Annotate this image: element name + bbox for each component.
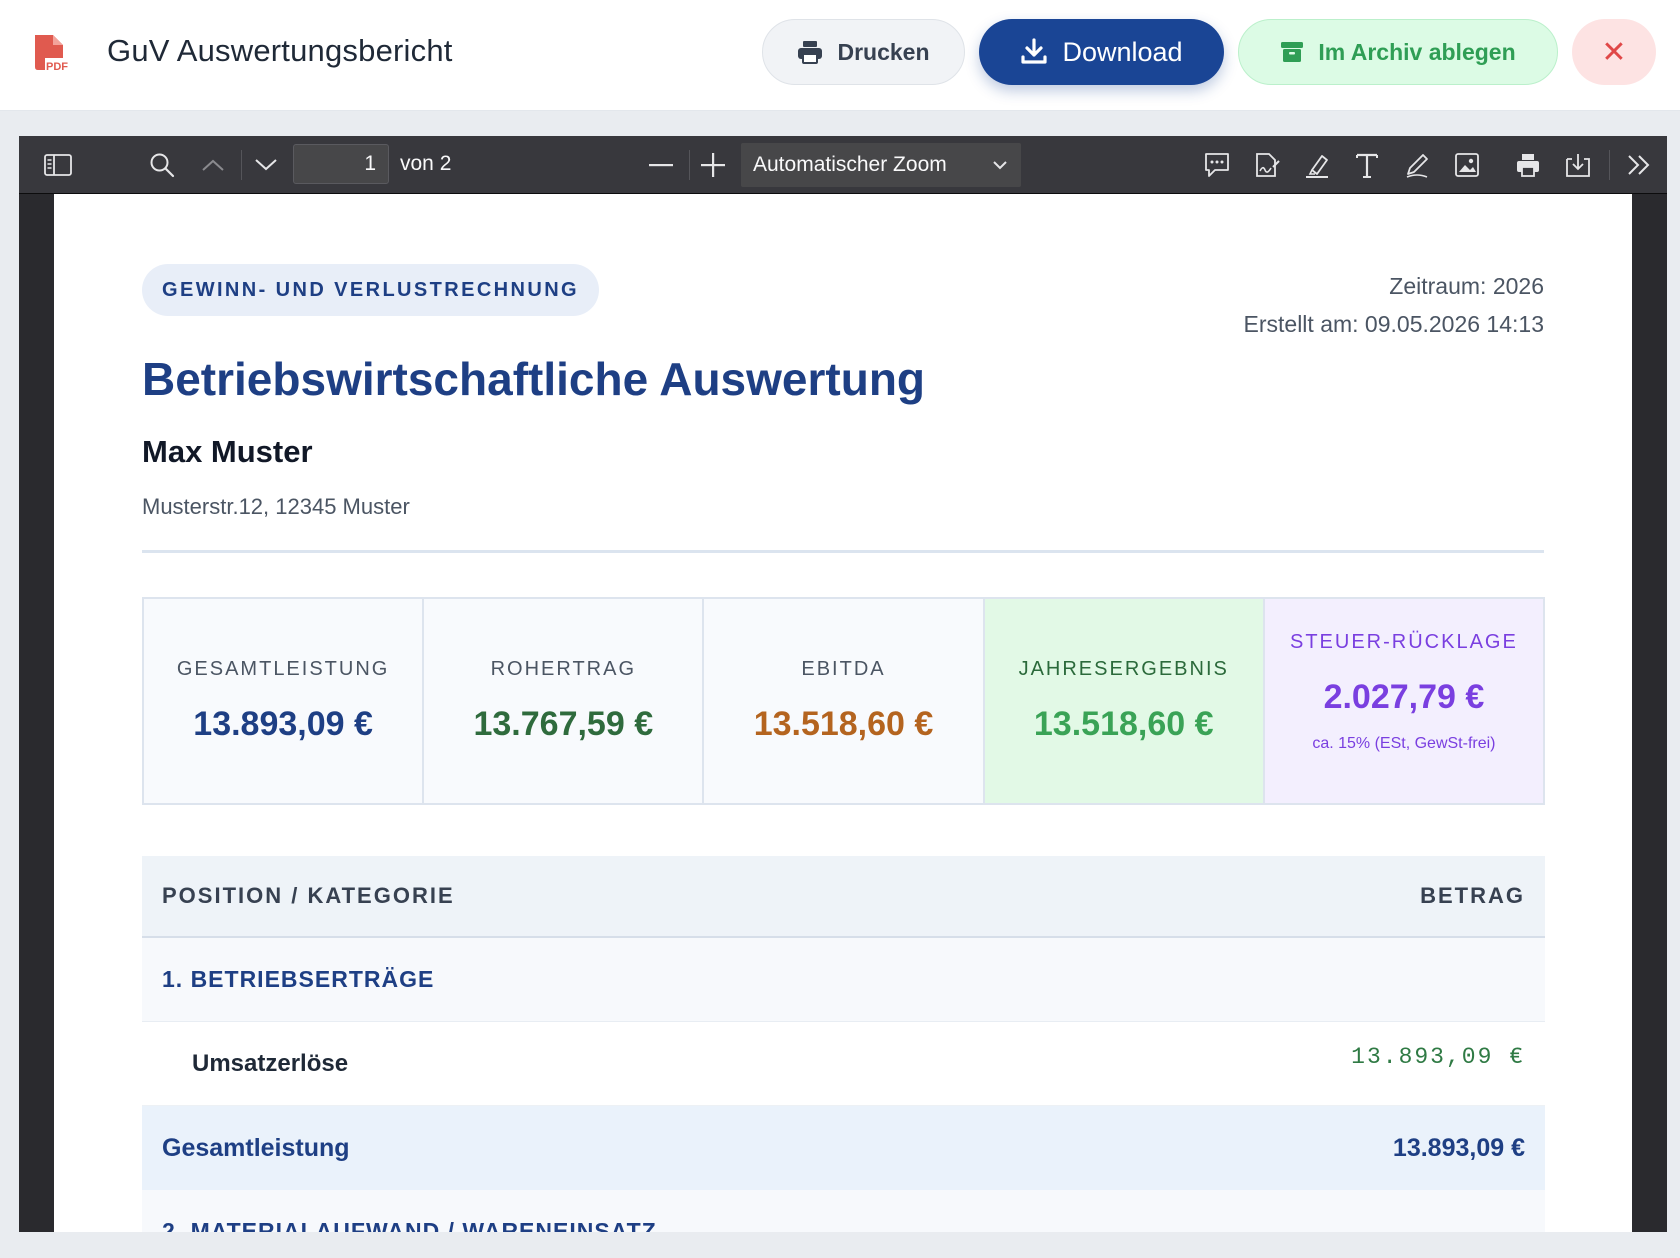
kpi-value: 13.767,59 € [473, 705, 654, 743]
pdf-toolbar: 1 von 2 Automatischer Zoom [19, 136, 1667, 194]
kpi-jahresergebnis: JAHRESERGEBNIS 13.518,60 € [984, 599, 1265, 803]
total-amount: 13.893,09 € [1392, 1133, 1525, 1162]
company-address: Musterstr.12, 12345 Muster [142, 494, 410, 519]
print-button[interactable]: Drucken [762, 19, 965, 85]
kpi-summary: GESAMTLEISTUNG 13.893,09 € ROHERTRAG 13.… [142, 597, 1545, 805]
table-section-row: 1. BETRIEBSERTRÄGE [142, 938, 1545, 1022]
chevron-down-icon [993, 161, 1007, 170]
guv-table: POSITION / KATEGORIE BETRAG 1. BETRIEBSE… [142, 856, 1545, 1232]
svg-text:PDF: PDF [46, 61, 68, 73]
row-label: Umsatzerlöse [192, 1049, 349, 1077]
app-title: GuV Auswertungsbericht [107, 33, 453, 68]
highlight-icon[interactable] [1302, 150, 1332, 180]
archive-button-label: Im Archiv ablegen [1318, 38, 1516, 65]
kpi-steuer-ruecklage: STEUER-RÜCKLAGE 2.027,79 € ca. 15% (ESt,… [1264, 599, 1544, 803]
pdf-viewer: 1 von 2 Automatischer Zoom GEWINN- UND V… [19, 136, 1667, 1232]
pdf-page: GEWINN- UND VERLUSTRECHNUNG Zeitraum: 20… [54, 194, 1632, 1232]
draw-icon[interactable] [1402, 150, 1432, 180]
download-button-label: Download [1062, 36, 1183, 67]
image-icon[interactable] [1452, 150, 1482, 180]
next-page-icon[interactable] [251, 150, 281, 180]
signature-icon[interactable] [1252, 150, 1282, 180]
row-amount: 13.893,09 € [1351, 1043, 1525, 1070]
search-icon[interactable] [147, 150, 177, 180]
kpi-label: STEUER-RÜCKLAGE [1290, 631, 1518, 653]
column-header-position: POSITION / KATEGORIE [162, 883, 455, 908]
zoom-in-icon[interactable] [698, 150, 728, 180]
comment-icon[interactable] [1202, 150, 1232, 180]
report-type-badge: GEWINN- UND VERLUSTRECHNUNG [142, 264, 600, 316]
report-created-date: Erstellt am: 09.05.2026 14:13 [1243, 311, 1544, 337]
section-label: 1. BETRIEBSERTRÄGE [162, 966, 435, 992]
page-number-input[interactable]: 1 [293, 144, 389, 184]
download-button[interactable]: Download [979, 19, 1224, 85]
kpi-value: 13.518,60 € [753, 705, 934, 743]
pdf-file-icon: PDF [31, 33, 71, 73]
kpi-label: ROHERTRAG [490, 658, 637, 680]
print-button-label: Drucken [837, 38, 930, 65]
kpi-value: 2.027,79 € [1323, 678, 1485, 716]
app-header: PDF GuV Auswertungsbericht Drucken Downl… [0, 0, 1680, 111]
kpi-gesamtleistung: GESAMTLEISTUNG 13.893,09 € [144, 599, 425, 803]
zoom-select[interactable]: Automatischer Zoom [741, 143, 1021, 187]
column-header-amount: BETRAG [1420, 883, 1525, 908]
close-button[interactable]: ✕ [1572, 19, 1656, 85]
kpi-label: JAHRESERGEBNIS [1018, 658, 1229, 680]
report-period: Zeitraum: 2026 [1389, 273, 1544, 299]
kpi-note: ca. 15% (ESt, GewSt-frei) [1312, 735, 1496, 752]
zoom-select-value: Automatischer Zoom [753, 153, 947, 176]
kpi-label: GESAMTLEISTUNG [176, 658, 390, 680]
print-icon[interactable] [1513, 150, 1543, 180]
download-icon [1021, 38, 1048, 64]
sidebar-toggle-icon[interactable] [43, 150, 73, 180]
total-label: Gesamtleistung [162, 1133, 350, 1162]
kpi-value: 13.518,60 € [1033, 705, 1214, 743]
section-label: 2. MATERIALAUFWAND / WARENEINSATZ [162, 1218, 657, 1232]
kpi-rohertrag: ROHERTRAG 13.767,59 € [424, 599, 705, 803]
close-icon: ✕ [1601, 35, 1627, 69]
kpi-ebitda: EBITDA 13.518,60 € [704, 599, 985, 803]
page-count-label: von 2 [400, 152, 452, 175]
table-row: Umsatzerlöse 13.893,09 € [142, 1022, 1545, 1106]
table-section-row: 2. MATERIALAUFWAND / WARENEINSATZ [142, 1190, 1545, 1232]
previous-page-icon[interactable] [198, 150, 228, 180]
save-icon[interactable] [1563, 150, 1593, 180]
company-name: Max Muster [142, 434, 313, 469]
document-title: Betriebswirtschaftliche Auswertung [142, 353, 926, 405]
printer-icon [798, 41, 823, 64]
table-header: POSITION / KATEGORIE BETRAG [142, 856, 1545, 938]
more-tools-icon[interactable] [1624, 150, 1654, 180]
kpi-label: EBITDA [801, 658, 886, 680]
zoom-out-icon[interactable] [646, 150, 676, 180]
archive-box-icon [1281, 42, 1304, 62]
kpi-value: 13.893,09 € [193, 705, 373, 743]
archive-button[interactable]: Im Archiv ablegen [1238, 19, 1558, 85]
table-total-row: Gesamtleistung 13.893,09 € [142, 1106, 1545, 1190]
divider [142, 550, 1544, 553]
text-icon[interactable] [1352, 150, 1382, 180]
